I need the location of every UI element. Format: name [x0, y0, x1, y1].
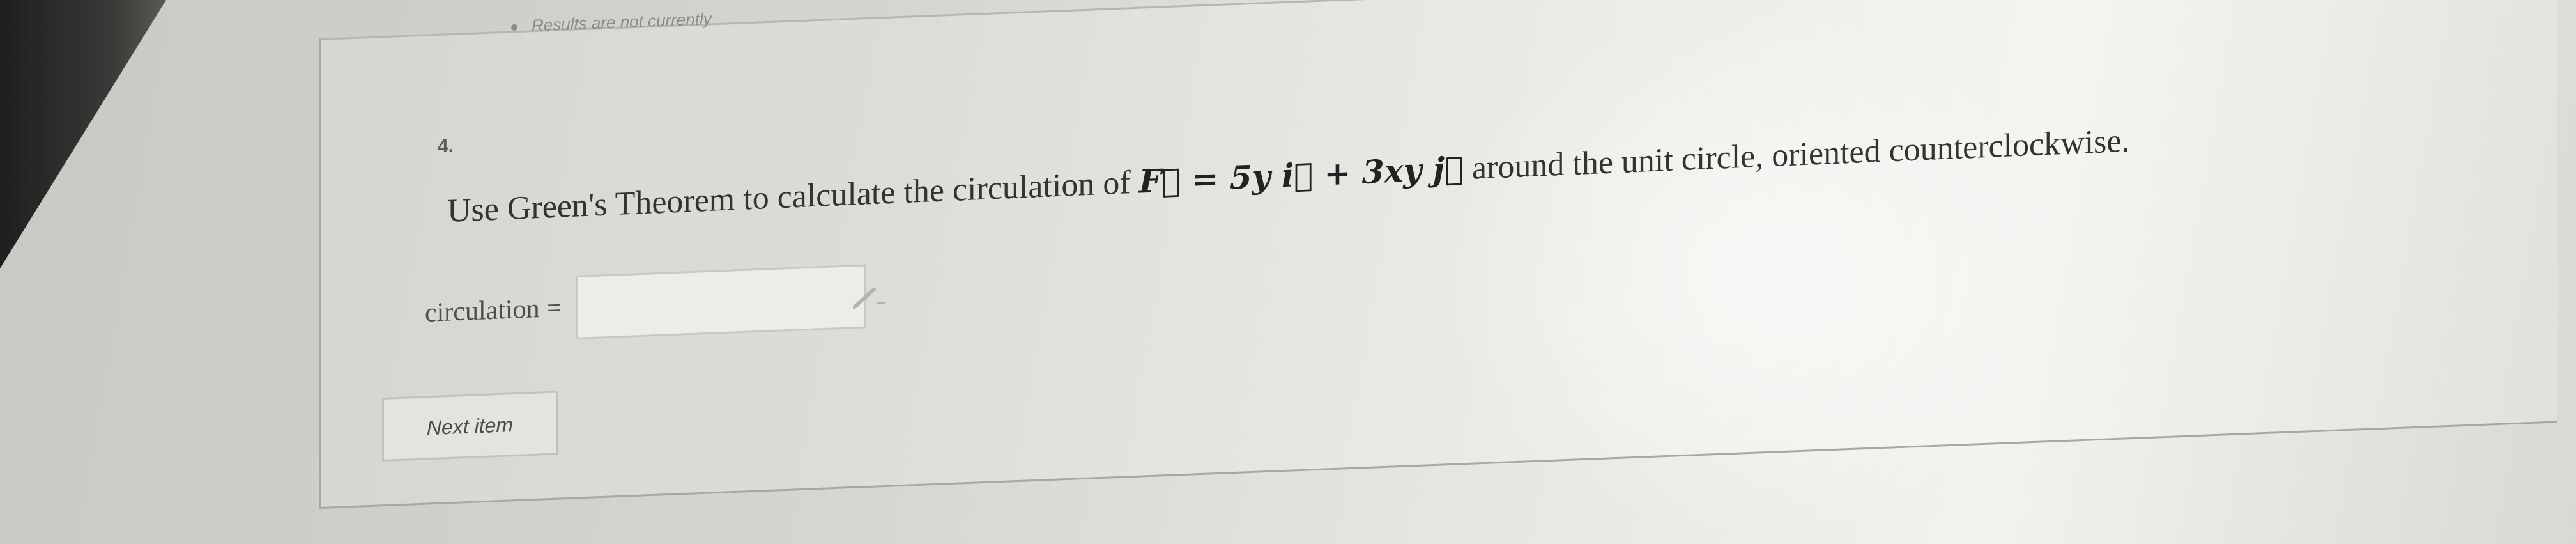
circulation-input[interactable] [575, 264, 866, 339]
pencil-icon[interactable] [850, 284, 888, 311]
next-item-button[interactable]: Next item [382, 391, 558, 462]
circulation-label: circulation = [425, 293, 562, 328]
question-panel [319, 0, 2557, 509]
bullet-icon [511, 24, 518, 31]
question-number: 4. [438, 135, 454, 157]
